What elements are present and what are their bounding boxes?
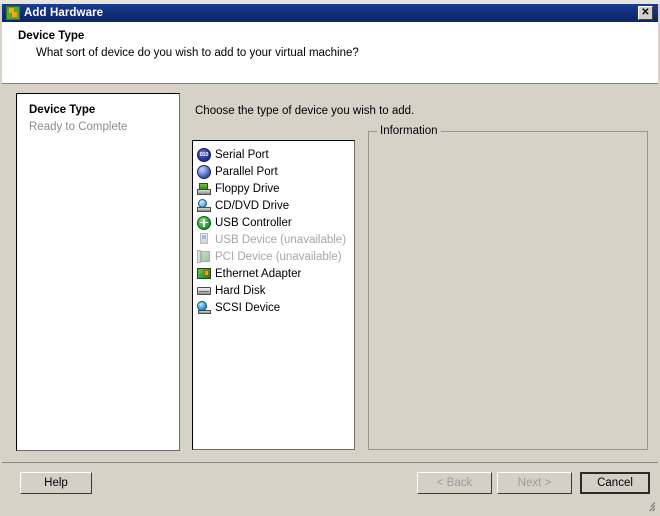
wizard-steps-panel: Device Type Ready to Complete [16, 93, 180, 451]
content-panel: Choose the type of device you wish to ad… [192, 93, 648, 454]
list-item[interactable]: Parallel Port [195, 163, 354, 180]
window-title: Add Hardware [24, 7, 104, 19]
list-item-label: CD/DVD Drive [215, 199, 290, 212]
usb-device-icon [197, 232, 211, 247]
resize-grip-icon[interactable] [642, 498, 655, 511]
ethernet-adapter-icon [197, 267, 211, 281]
list-item[interactable]: Floppy Drive [195, 180, 354, 197]
add-hardware-dialog: Add Hardware ✕ Device Type What sort of … [0, 0, 660, 516]
dialog-footer: Help < Back Next > Cancel [2, 462, 658, 513]
information-legend: Information [377, 125, 441, 137]
page-subtitle: What sort of device do you wish to add t… [36, 47, 359, 59]
sidebar-item-ready-to-complete[interactable]: Ready to Complete [29, 119, 179, 136]
hard-disk-icon [197, 284, 211, 298]
add-hardware-icon [6, 6, 20, 20]
list-item-label: PCI Device (unavailable) [215, 250, 342, 263]
next-button: Next > [497, 472, 572, 494]
list-item-label: SCSI Device [215, 301, 281, 314]
device-type-listbox[interactable]: 010 Serial Port Parallel Port Floppy Dri… [192, 140, 355, 450]
list-item[interactable]: Hard Disk [195, 282, 354, 299]
title-bar[interactable]: Add Hardware ✕ [2, 4, 658, 22]
list-item-label: USB Device (unavailable) [215, 233, 347, 246]
serial-port-icon: 010 [197, 147, 211, 162]
pci-device-icon [197, 249, 211, 264]
back-button: < Back [417, 472, 492, 494]
dialog-header: Device Type What sort of device do you w… [2, 22, 658, 84]
page-title: Device Type [18, 30, 85, 42]
list-item[interactable]: CD/DVD Drive [195, 197, 354, 214]
usb-controller-icon [197, 215, 211, 230]
list-item-label: Floppy Drive [215, 182, 280, 195]
list-item[interactable]: 010 Serial Port [195, 146, 354, 163]
cancel-button[interactable]: Cancel [580, 472, 650, 494]
choose-device-prompt: Choose the type of device you wish to ad… [195, 105, 415, 117]
close-icon[interactable]: ✕ [638, 6, 653, 20]
scsi-device-icon [197, 300, 211, 315]
list-item[interactable]: USB Controller [195, 214, 354, 231]
cd-dvd-drive-icon [197, 198, 211, 213]
information-groupbox: Information [368, 125, 648, 450]
list-item-label: Parallel Port [215, 165, 278, 178]
list-item[interactable]: Ethernet Adapter [195, 265, 354, 282]
parallel-port-icon [197, 164, 211, 179]
help-button[interactable]: Help [20, 472, 92, 494]
list-item-label: USB Controller [215, 216, 292, 229]
sidebar-item-device-type[interactable]: Device Type [29, 102, 179, 119]
list-item-label: Hard Disk [215, 284, 266, 297]
floppy-drive-icon [197, 182, 211, 196]
list-item-label: Ethernet Adapter [215, 267, 302, 280]
list-item: PCI Device (unavailable) [195, 248, 354, 265]
list-item-label: Serial Port [215, 148, 269, 161]
list-item: USB Device (unavailable) [195, 231, 354, 248]
list-item[interactable]: SCSI Device [195, 299, 354, 316]
dialog-body: Device Type Ready to Complete Choose the… [2, 85, 658, 462]
